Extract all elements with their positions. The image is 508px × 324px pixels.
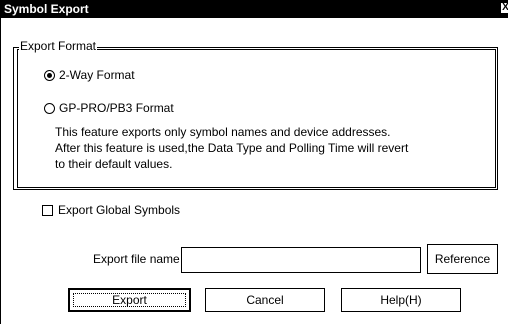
format-description-line-1: This feature exports only symbol names a… <box>55 125 391 139</box>
format-description-line-2: After this feature is used,the Data Type… <box>55 141 409 155</box>
export-button-focus-ring <box>73 293 186 307</box>
help-button[interactable]: Help(H) <box>341 288 461 312</box>
cancel-button[interactable]: Cancel <box>205 288 325 312</box>
radio-2way-format-label[interactable]: 2-Way Format <box>59 68 135 82</box>
window-title: Symbol Export <box>4 2 89 16</box>
symbol-export-dialog: Symbol Export X Export Format 2-Way Form… <box>0 0 508 324</box>
export-button[interactable]: Export <box>68 288 191 312</box>
format-description: This feature exports only symbol names a… <box>55 124 408 172</box>
radio-gppro-pb3-format-label[interactable]: GP-PRO/PB3 Format <box>59 101 174 115</box>
reference-button[interactable]: Reference <box>427 244 498 274</box>
radio-gppro-pb3-format[interactable] <box>44 103 55 114</box>
export-file-name-label: Export file name <box>93 252 180 266</box>
radio-2way-format[interactable] <box>44 70 55 81</box>
export-format-legend: Export Format <box>19 39 98 53</box>
title-bar[interactable]: Symbol Export X <box>1 0 508 18</box>
export-file-name-input[interactable] <box>181 247 421 273</box>
export-global-symbols-label[interactable]: Export Global Symbols <box>58 203 180 217</box>
export-global-symbols-checkbox[interactable] <box>42 205 53 216</box>
close-icon[interactable]: X <box>500 2 508 14</box>
format-description-line-3: to their default values. <box>55 157 173 171</box>
